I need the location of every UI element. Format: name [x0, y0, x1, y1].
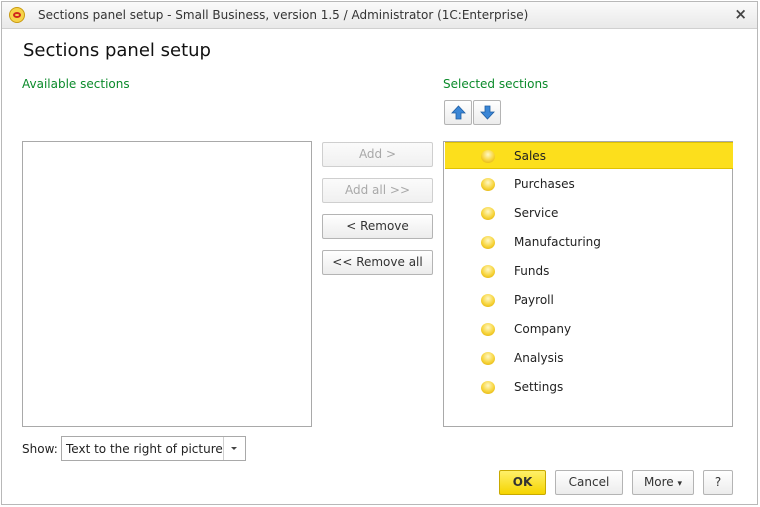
available-sections-list[interactable]: [22, 141, 312, 427]
move-up-button[interactable]: [444, 100, 472, 125]
list-item-label: Funds: [514, 264, 550, 278]
title-bar[interactable]: Sections panel setup - Small Business, v…: [2, 2, 757, 29]
window-title: Sections panel setup - Small Business, v…: [38, 8, 529, 22]
more-label: More: [643, 475, 674, 489]
list-item[interactable]: Purchases: [445, 171, 733, 198]
show-label: Show:: [22, 442, 58, 456]
list-item[interactable]: Service: [445, 200, 733, 227]
cancel-button[interactable]: Cancel: [555, 470, 623, 495]
arrow-up-icon: [451, 105, 466, 120]
selected-sections-list[interactable]: Sales Purchases Service Manufacturing Funds P…: [443, 141, 733, 427]
list-item[interactable]: Payroll: [445, 287, 733, 314]
remove-button[interactable]: < Remove: [322, 214, 433, 239]
list-item-label: Purchases: [514, 177, 575, 191]
list-item[interactable]: Funds: [445, 258, 733, 285]
ok-button[interactable]: OK: [499, 470, 546, 495]
list-item-label: Analysis: [514, 351, 564, 365]
list-item-label: Manufacturing: [514, 235, 601, 249]
dialog-window: Sections panel setup - Small Business, v…: [1, 1, 758, 505]
list-item-label: Payroll: [514, 293, 554, 307]
help-button[interactable]: ?: [703, 470, 733, 495]
chevron-down-icon[interactable]: [223, 437, 245, 460]
close-icon[interactable]: ×: [734, 6, 747, 22]
selected-sections-label: Selected sections: [443, 77, 549, 91]
list-item-label: Company: [514, 322, 572, 336]
list-item[interactable]: Manufacturing: [445, 229, 733, 256]
list-item[interactable]: Sales: [445, 142, 733, 169]
list-item-label: Settings: [514, 380, 564, 394]
section-bulb-icon: [481, 323, 495, 336]
section-bulb-icon: [481, 265, 495, 278]
list-item[interactable]: Analysis: [445, 345, 733, 372]
section-bulb-icon: [481, 294, 495, 307]
list-item[interactable]: Company: [445, 316, 733, 343]
move-down-button[interactable]: [473, 100, 501, 125]
app-logo-icon: [9, 7, 25, 23]
arrow-down-icon: [480, 105, 495, 120]
more-button[interactable]: More ▾: [632, 470, 694, 495]
list-item-label: Service: [514, 206, 559, 220]
add-all-button[interactable]: Add all >>: [322, 178, 433, 203]
section-bulb-icon: [481, 352, 495, 365]
show-mode-select[interactable]: Text to the right of picture: [61, 436, 246, 461]
section-bulb-icon: [481, 207, 495, 220]
list-item-label: Sales: [514, 149, 546, 163]
remove-all-button[interactable]: << Remove all: [322, 250, 433, 275]
section-bulb-icon: [481, 236, 495, 249]
page-title: Sections panel setup: [23, 40, 211, 61]
dropdown-arrow-icon: ▾: [677, 479, 683, 489]
section-bulb-icon: [481, 178, 495, 191]
add-button[interactable]: Add >: [322, 142, 433, 167]
list-item[interactable]: Settings: [445, 374, 733, 401]
section-bulb-icon: [481, 381, 495, 394]
section-bulb-icon: [481, 150, 495, 163]
show-mode-value: Text to the right of picture: [66, 442, 223, 456]
available-sections-label: Available sections: [22, 77, 130, 91]
